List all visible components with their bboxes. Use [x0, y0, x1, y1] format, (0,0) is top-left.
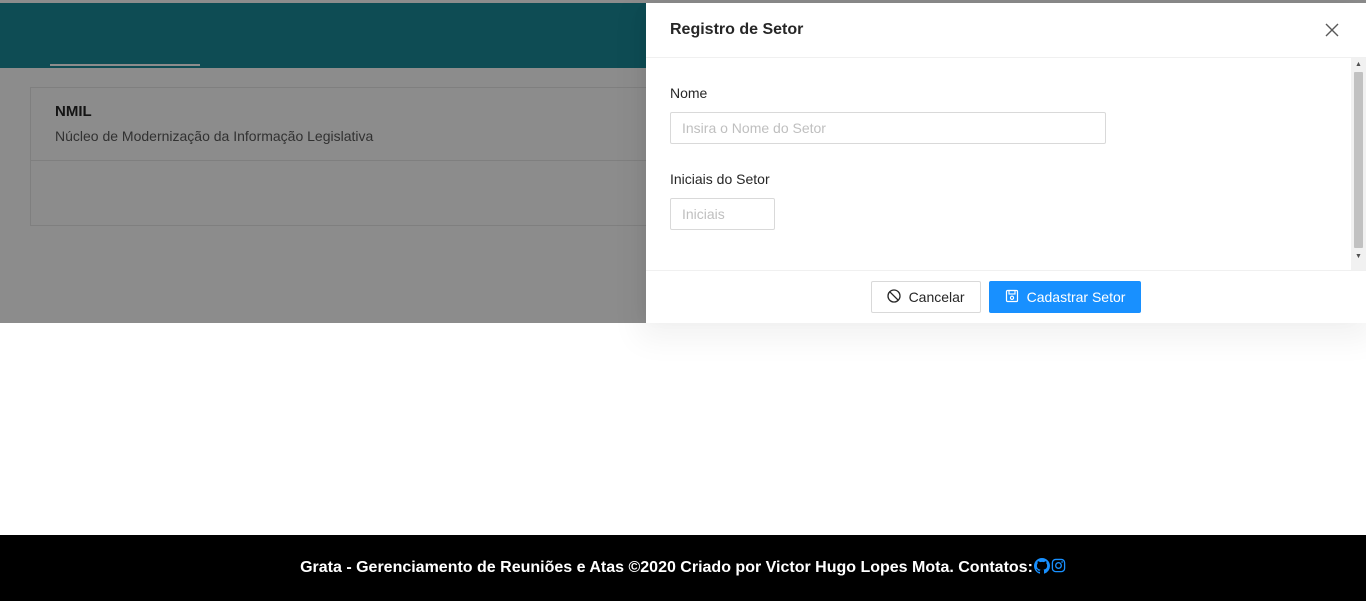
- register-sector-button-label: Cadastrar Setor: [1026, 289, 1126, 305]
- cancel-button[interactable]: Cancelar: [870, 281, 981, 313]
- drawer-footer: Cancelar Cadastrar Setor: [646, 270, 1366, 323]
- scroll-up-arrow-icon[interactable]: ▲: [1351, 58, 1366, 70]
- drawer-title: Registro de Setor: [670, 21, 804, 38]
- save-icon: [1005, 289, 1019, 306]
- footer-text: Grata - Gerenciamento de Reuniões e Atas…: [300, 559, 1033, 576]
- scrollbar-thumb[interactable]: [1354, 72, 1363, 248]
- initials-field-label: Iniciais do Setor: [670, 171, 770, 187]
- drawer-scrollbar[interactable]: ▲ ▼: [1351, 58, 1366, 270]
- sector-registration-drawer: Registro de Setor Nome Iniciais do Setor…: [646, 3, 1366, 323]
- register-sector-button[interactable]: Cadastrar Setor: [988, 281, 1142, 313]
- instagram-icon[interactable]: [1051, 558, 1066, 578]
- stop-icon: [886, 288, 901, 306]
- drawer-header: Registro de Setor: [646, 3, 1366, 58]
- github-icon[interactable]: [1033, 557, 1050, 579]
- page-footer: Grata - Gerenciamento de Reuniões e Atas…: [0, 535, 1366, 601]
- form-item-name: Nome: [670, 82, 1342, 144]
- close-icon[interactable]: [1322, 20, 1342, 40]
- scroll-down-arrow-icon[interactable]: ▼: [1351, 250, 1366, 262]
- name-input[interactable]: [670, 112, 1106, 144]
- drawer-body: Nome Iniciais do Setor: [646, 58, 1366, 270]
- form-item-initials: Iniciais do Setor: [670, 168, 1342, 230]
- cancel-button-label: Cancelar: [908, 289, 965, 305]
- initials-input[interactable]: [670, 198, 775, 230]
- name-field-label: Nome: [670, 85, 708, 101]
- footer-contact-icons: [1033, 557, 1066, 579]
